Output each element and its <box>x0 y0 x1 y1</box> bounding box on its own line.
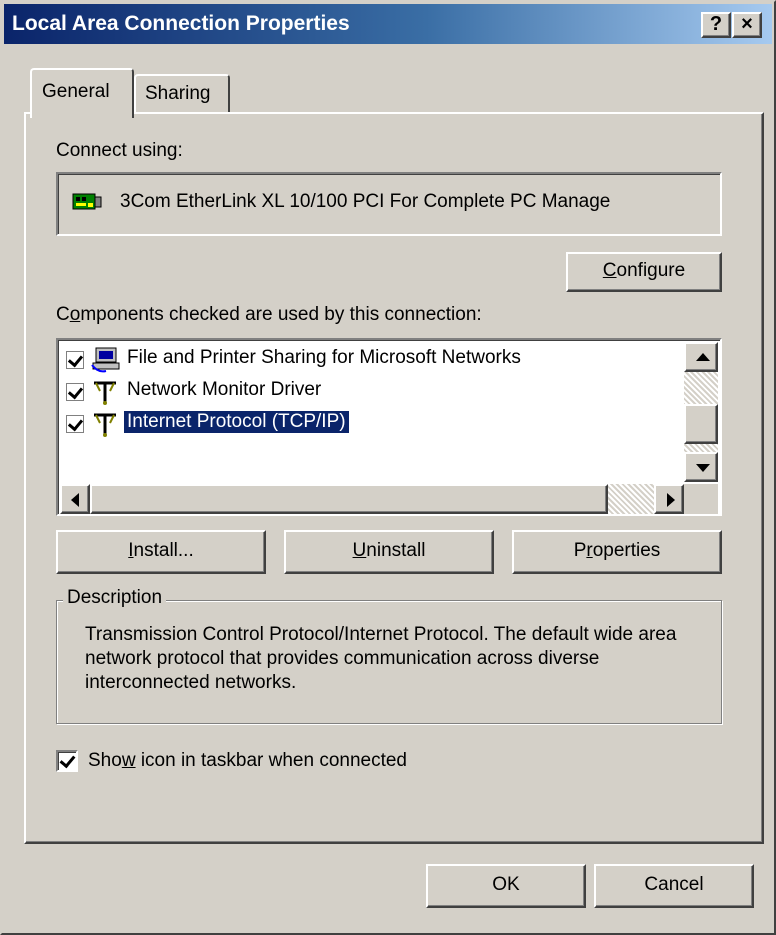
arrow-up-icon <box>696 353 710 361</box>
ok-button[interactable]: OK <box>426 864 586 908</box>
components-list[interactable]: File and Printer Sharing for Microsoft N… <box>56 338 722 516</box>
close-icon: × <box>741 13 753 35</box>
properties-dialog: Local Area Connection Properties ? × Gen… <box>0 0 776 935</box>
title-bar[interactable]: Local Area Connection Properties ? × <box>4 4 772 44</box>
component-checkbox[interactable] <box>66 415 84 433</box>
cancel-label: Cancel <box>644 874 704 895</box>
vertical-scrollbar[interactable] <box>684 342 718 482</box>
connect-using-label: Connect using: <box>56 140 183 161</box>
window-title: Local Area Connection Properties <box>12 12 350 35</box>
install-button[interactable]: Install... <box>56 530 266 574</box>
component-label: Network Monitor Driver <box>127 379 322 400</box>
components-label-post: mponents checked are used by this connec… <box>80 304 482 325</box>
help-button[interactable]: ? <box>701 12 731 38</box>
configure-accel: C <box>602 260 617 281</box>
description-group: Description Transmission Control Protoco… <box>56 587 722 724</box>
component-label: File and Printer Sharing for Microsoft N… <box>127 347 521 368</box>
properties-label: operties <box>592 540 661 561</box>
ok-label: OK <box>492 874 520 895</box>
scroll-left-button[interactable] <box>60 484 90 514</box>
tab-general-label: General <box>42 81 110 102</box>
arrow-right-icon <box>667 493 675 507</box>
tab-general[interactable]: General <box>30 68 134 118</box>
cancel-button[interactable]: Cancel <box>594 864 754 908</box>
component-checkbox[interactable] <box>66 351 84 369</box>
computer-share-icon <box>91 347 120 373</box>
network-protocol-icon <box>94 413 116 437</box>
properties-button[interactable]: Properties <box>512 530 722 574</box>
show-icon-label[interactable]: Show icon in taskbar when connected <box>88 750 407 772</box>
scroll-down-button[interactable] <box>684 452 718 482</box>
close-button[interactable]: × <box>732 12 762 38</box>
show-icon-pre: Sho <box>88 750 122 771</box>
tab-sharing-label: Sharing <box>145 83 211 104</box>
arrow-down-icon <box>696 464 710 472</box>
scroll-right-button[interactable] <box>654 484 684 514</box>
uninstall-accel: U <box>352 540 367 561</box>
scroll-up-button[interactable] <box>684 342 718 372</box>
component-checkbox[interactable] <box>66 383 84 401</box>
arrow-left-icon <box>71 493 79 507</box>
component-label: Internet Protocol (TCP/IP) <box>123 410 350 434</box>
configure-button[interactable]: Configure <box>566 252 722 292</box>
uninstall-button[interactable]: Uninstall <box>284 530 494 574</box>
configure-label: onfigure <box>616 260 686 281</box>
network-protocol-icon <box>94 381 116 405</box>
show-icon-checkbox[interactable] <box>56 750 78 772</box>
components-label-pre: C <box>56 304 70 325</box>
horizontal-scrollbar[interactable] <box>60 484 684 514</box>
scroll-thumb[interactable] <box>684 404 718 444</box>
help-icon: ? <box>709 13 723 35</box>
network-card-icon <box>72 193 102 210</box>
show-icon-accel: w <box>121 750 136 771</box>
adapter-name: 3Com EtherLink XL 10/100 PCI For Complet… <box>120 191 611 212</box>
components-label-accel: o <box>69 304 81 325</box>
properties-pre: P <box>573 540 587 561</box>
components-label: Components checked are used by this conn… <box>56 304 482 326</box>
install-label: nstall... <box>133 540 194 561</box>
scroll-thumb-horizontal[interactable] <box>90 484 608 514</box>
adapter-field: 3Com EtherLink XL 10/100 PCI For Complet… <box>56 172 722 236</box>
show-icon-post: icon in taskbar when connected <box>135 750 407 771</box>
scrollbar-corner <box>684 484 718 514</box>
tab-sharing[interactable]: Sharing <box>134 74 230 114</box>
description-text: Transmission Control Protocol/Internet P… <box>85 624 677 693</box>
uninstall-label: ninstall <box>366 540 426 561</box>
description-title: Description <box>63 587 167 609</box>
